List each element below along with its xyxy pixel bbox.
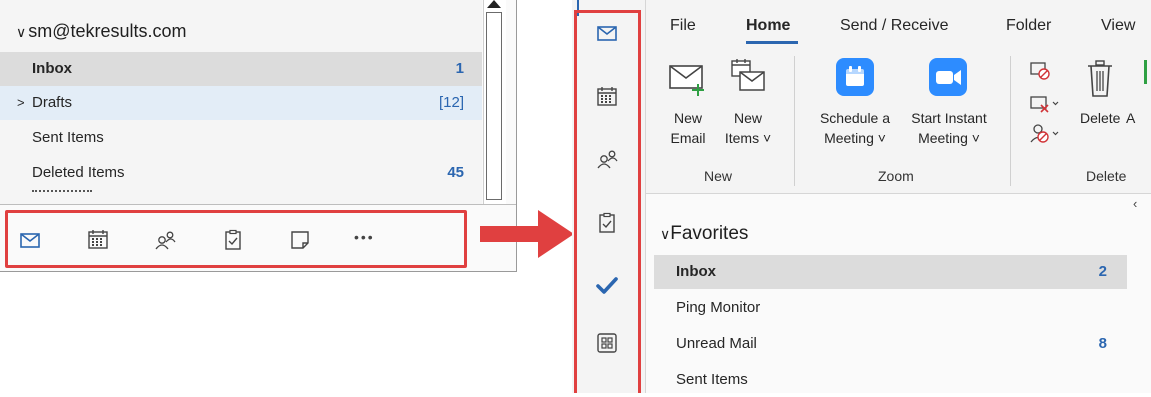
collapse-chevron-icon[interactable]: ‹ xyxy=(1133,196,1137,211)
group-separator xyxy=(1010,56,1011,186)
account-label: sm@tekresults.com xyxy=(28,21,187,41)
start-instant-label-2: Meeting ˅ xyxy=(918,130,980,146)
scroll-up-arrow-icon[interactable] xyxy=(487,0,501,8)
group-delete-label: Delete xyxy=(1086,168,1127,184)
folder-label: Drafts xyxy=(32,94,73,111)
favorite-sent-items[interactable]: Sent Items xyxy=(654,363,1127,397)
cleanup-icon[interactable] xyxy=(1030,94,1060,114)
arrow-right-icon xyxy=(480,210,574,258)
folder-label: Ping Monitor xyxy=(676,299,761,316)
favorite-unread-mail[interactable]: Unread Mail 8 xyxy=(654,327,1127,361)
schedule-meeting-label-2: Meeting ˅ xyxy=(824,130,886,146)
tab-home[interactable]: Home xyxy=(746,17,790,35)
start-instant-label-1: Start Instant xyxy=(911,110,987,126)
new-email-icon xyxy=(669,65,704,96)
favorites-header[interactable]: ∨Favorites xyxy=(660,223,748,245)
nav-bar-highlight xyxy=(5,210,467,268)
unread-count: 2 xyxy=(1098,263,1107,280)
chevron-right-icon[interactable]: > xyxy=(17,95,25,110)
favorite-ping-monitor[interactable]: Ping Monitor xyxy=(654,291,1127,325)
unread-count: 45 xyxy=(447,164,464,181)
chevron-down-icon: ∨ xyxy=(16,24,27,40)
account-header[interactable]: ∨ sm@tekresults.com xyxy=(16,21,187,42)
archive-icon-clipped[interactable] xyxy=(1144,60,1147,84)
zoom-video-icon xyxy=(929,58,967,96)
tab-file[interactable]: File xyxy=(670,17,696,35)
folder-label: Unread Mail xyxy=(676,335,757,352)
folder-label: Inbox xyxy=(676,263,716,280)
new-items-icon xyxy=(731,59,765,91)
unread-count: 8 xyxy=(1098,335,1107,352)
favorite-inbox[interactable]: Inbox 2 xyxy=(654,255,1127,289)
active-tab-indicator xyxy=(746,41,798,44)
folder-sent-items[interactable]: Sent Items xyxy=(0,121,482,155)
nav-rail-highlight xyxy=(574,10,641,393)
favorites-label: Favorites xyxy=(670,223,749,244)
divider xyxy=(0,204,516,205)
tab-folder[interactable]: Folder xyxy=(1006,17,1051,35)
group-separator xyxy=(794,56,795,186)
schedule-meeting-button[interactable]: Schedule a Meeting ˅ xyxy=(806,58,904,162)
ignore-icon[interactable] xyxy=(1030,60,1050,80)
folder-deleted-items[interactable]: Deleted Items 45 xyxy=(0,156,482,190)
new-items-label-2: Items ˅ xyxy=(724,130,772,146)
trash-icon xyxy=(1088,60,1112,97)
new-items-button[interactable]: New Items ˅ xyxy=(720,58,776,162)
group-zoom-label: Zoom xyxy=(878,168,914,184)
junk-icon[interactable] xyxy=(1030,122,1060,144)
schedule-meeting-label-1: Schedule a xyxy=(819,110,891,126)
tab-view[interactable]: View xyxy=(1101,17,1135,35)
new-email-button[interactable]: New Email xyxy=(664,58,712,162)
new-email-label-2: Email xyxy=(670,130,706,146)
scrollbar-thumb[interactable] xyxy=(486,12,502,200)
unread-count: 1 xyxy=(455,60,464,77)
new-items-label-1: New xyxy=(733,110,762,126)
folder-label: Deleted Items xyxy=(32,164,125,181)
item-count: [12] xyxy=(438,94,464,111)
folder-inbox[interactable]: Inbox 1 xyxy=(0,52,482,86)
start-instant-meeting-button[interactable]: Start Instant Meeting ˅ xyxy=(900,58,998,162)
folder-label: Sent Items xyxy=(32,129,104,146)
folder-label: Inbox xyxy=(32,60,72,77)
tab-send-receive[interactable]: Send / Receive xyxy=(840,17,949,35)
zoom-schedule-icon xyxy=(836,58,874,96)
folder-drafts[interactable]: > Drafts [12] xyxy=(0,86,482,120)
clipped-folder-row xyxy=(32,190,92,195)
delete-label: Delete xyxy=(1080,110,1121,126)
folder-label: Sent Items xyxy=(676,371,748,388)
chevron-down-icon: ∨ xyxy=(660,226,671,242)
archive-label-clipped[interactable]: A xyxy=(1126,108,1135,128)
group-new-label: New xyxy=(704,168,733,184)
new-email-label-1: New xyxy=(673,110,702,126)
